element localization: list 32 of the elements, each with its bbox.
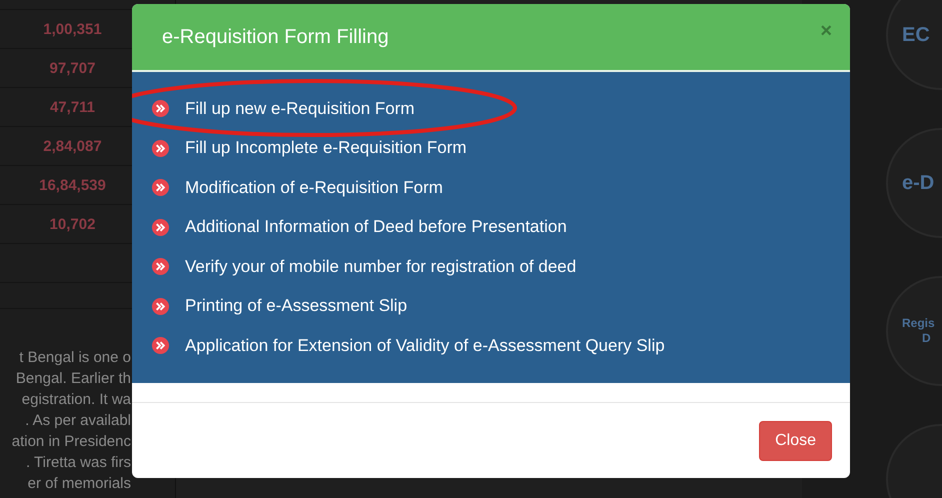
paragraph-line: er of memorials xyxy=(26,474,131,494)
table-cell: 97,707 xyxy=(50,60,96,76)
menu-link[interactable]: Application for Extension of Validity of e-Assessment Query Slip xyxy=(185,336,665,356)
paragraph-line: . Tiretta was firs xyxy=(24,453,131,473)
paragraph-line: Bengal. Earlier th xyxy=(14,369,131,389)
table-cell: 47,711 xyxy=(50,98,96,116)
table-cell: 10,702 xyxy=(50,216,96,232)
table-cell: 16,84,539 xyxy=(39,176,106,194)
tile-label: Regis xyxy=(902,317,935,331)
paragraph-line: t Bengal is one o xyxy=(18,348,131,368)
menu-link[interactable]: Modification of e-Requisition Form xyxy=(185,178,443,198)
menu-link[interactable]: Additional Information of Deed before Presentation xyxy=(185,217,567,238)
menu-link[interactable]: Printing of e-Assessment Slip xyxy=(185,296,408,316)
paragraph-line: . As per availabl xyxy=(24,411,131,431)
close-button[interactable]: Close xyxy=(759,421,832,461)
menu-link[interactable]: Fill up Incomplete e-Requisition Form xyxy=(185,138,467,158)
double-chevron-icon xyxy=(151,257,170,276)
menu-link[interactable]: Verify your of mobile number for registration of deed xyxy=(185,256,576,277)
paragraph-line: ation in Presidenc xyxy=(10,432,131,452)
paragraph-line: egistration. It wa xyxy=(20,390,131,410)
modal-title: e-Requisition Form Filling xyxy=(162,26,389,48)
tile-label: e-D xyxy=(902,172,934,194)
double-chevron-icon xyxy=(151,99,170,118)
tile-label: D xyxy=(922,330,931,345)
tile-label: EC xyxy=(902,24,930,46)
double-chevron-icon xyxy=(151,178,170,198)
double-chevron-icon xyxy=(151,336,170,356)
double-chevron-icon xyxy=(151,296,170,316)
double-chevron-icon xyxy=(151,138,170,158)
double-chevron-icon xyxy=(151,218,170,237)
table-cell: 1,00,351 xyxy=(43,20,102,38)
table-cell: 2,84,087 xyxy=(43,138,102,154)
